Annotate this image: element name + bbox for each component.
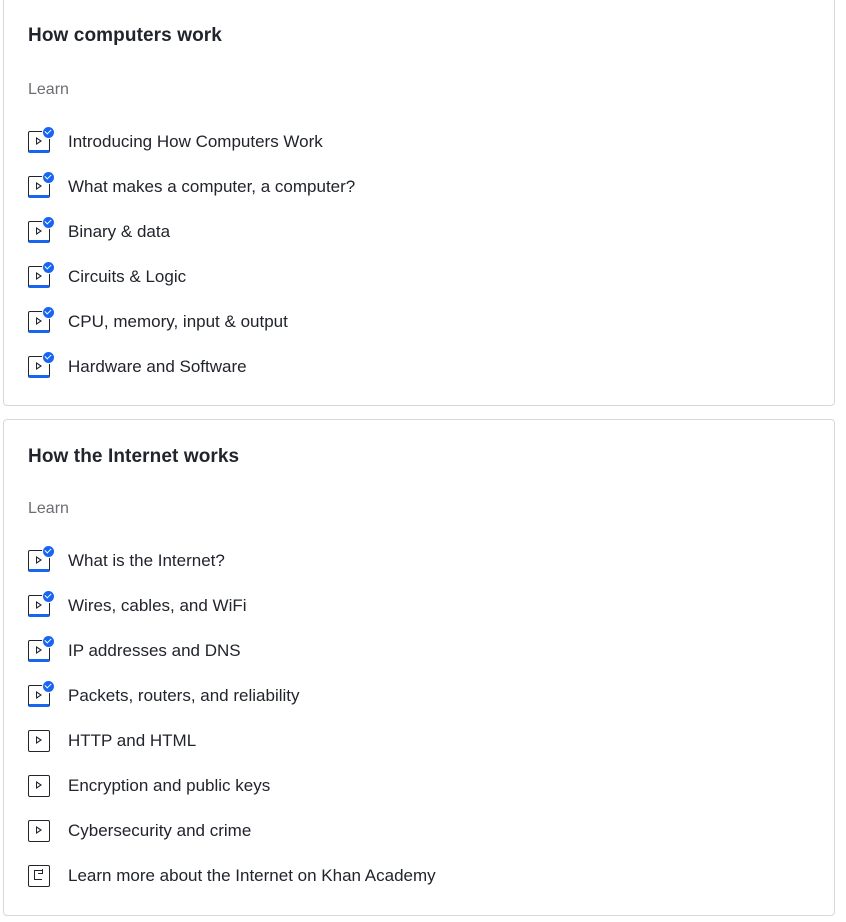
lesson-item[interactable]: Circuits & Logic [28,254,834,299]
lesson-item[interactable]: Packets, routers, and reliability [28,673,834,718]
checkmark-badge-icon [42,170,55,184]
play-triangle-icon [36,361,42,370]
checkmark-badge-icon [42,260,55,274]
checkmark-badge-icon [42,634,55,648]
lesson-item-label: What is the Internet? [68,550,225,570]
play-video-icon [28,679,55,707]
section-label-learn: Learn [28,81,69,98]
unit-title: How computers work [28,25,222,46]
play-triangle-icon [36,735,42,744]
article-icon [28,864,50,887]
lesson-item[interactable]: Wires, cables, and WiFi [28,583,834,628]
play-video-icon [28,350,55,378]
lesson-item-label: Cybersecurity and crime [68,820,252,840]
play-video-icon [28,305,55,333]
lesson-item-label: CPU, memory, input & output [68,311,288,331]
unit-card-how-the-internet-works: How the Internet works Learn What is the… [3,419,835,916]
play-video-icon [28,589,55,617]
play-triangle-icon [36,555,42,564]
checkmark-badge-icon [42,350,55,364]
lesson-item-label: Learn more about the Internet on Khan Ac… [68,865,436,885]
checkmark-badge-icon [42,544,55,558]
lesson-item[interactable]: Introducing How Computers Work [28,119,834,164]
lesson-item-label: Circuits & Logic [68,266,187,286]
lesson-item[interactable]: Hardware and Software [28,344,834,389]
play-video-icon [28,634,55,662]
checkmark-badge-icon [42,215,55,229]
lesson-item-label: Wires, cables, and WiFi [68,595,247,615]
play-video-icon [28,544,55,572]
lesson-item[interactable]: Encryption and public keys [28,763,834,808]
play-triangle-icon [36,136,42,145]
document-glyph-icon [34,869,43,880]
lesson-list: Introducing How Computers Work What makes… [28,119,834,389]
lesson-item[interactable]: What makes a computer, a computer? [28,164,834,209]
play-triangle-icon [36,690,42,699]
lesson-list: What is the Internet? Wires, cables, and … [28,538,834,898]
checkmark-badge-icon [42,305,55,319]
play-video-icon [28,774,50,797]
play-video-icon [28,170,55,198]
unit-card-how-computers-work: How computers work Learn Introducing How… [3,0,835,406]
lesson-item-label: Hardware and Software [68,356,247,376]
play-triangle-icon [36,825,42,834]
lesson-item-label: Encryption and public keys [68,775,271,795]
checkmark-badge-icon [42,679,55,693]
play-triangle-icon [36,780,42,789]
lesson-item[interactable]: What is the Internet? [28,538,834,583]
lesson-item[interactable]: HTTP and HTML [28,718,834,763]
lesson-item-label: Binary & data [68,221,171,241]
lesson-item-label: HTTP and HTML [68,730,197,750]
unit-title: How the Internet works [28,446,240,467]
play-triangle-icon [36,226,42,235]
play-triangle-icon [36,181,42,190]
play-triangle-icon [36,645,42,654]
play-triangle-icon [36,316,42,325]
play-video-icon [28,125,55,153]
lesson-item-label: Packets, routers, and reliability [68,685,300,705]
lesson-item-label: What makes a computer, a computer? [68,176,356,196]
play-triangle-icon [36,600,42,609]
lesson-item[interactable]: Cybersecurity and crime [28,808,834,853]
lesson-item-label: Introducing How Computers Work [68,131,323,151]
play-video-icon [28,819,50,842]
play-video-icon [28,729,50,752]
lesson-item[interactable]: Binary & data [28,209,834,254]
play-video-icon [28,260,55,288]
lesson-item[interactable]: IP addresses and DNS [28,628,834,673]
play-video-icon [28,215,55,243]
checkmark-badge-icon [42,125,55,139]
play-triangle-icon [36,271,42,280]
lesson-item[interactable]: CPU, memory, input & output [28,299,834,344]
checkmark-badge-icon [42,589,55,603]
lesson-item[interactable]: Learn more about the Internet on Khan Ac… [28,853,834,898]
lesson-item-label: IP addresses and DNS [68,640,241,660]
section-label-learn: Learn [28,500,69,517]
